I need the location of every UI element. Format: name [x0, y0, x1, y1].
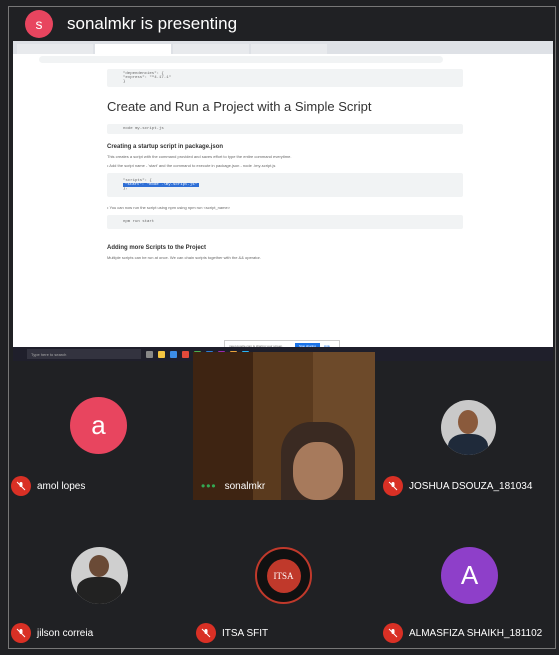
participant-name: jilson correia: [37, 627, 94, 639]
doc-bullet: • You can now run the script using npm u…: [107, 205, 231, 210]
doc-paragraph: This creates a script with the command p…: [107, 154, 292, 159]
code-block: "scripts": { "start": "node .\my-script.…: [107, 173, 463, 197]
itsa-logo-avatar: ITSA: [255, 547, 312, 604]
participant-avatar: A: [441, 547, 498, 604]
mic-off-icon: [196, 623, 216, 643]
presenter-label: sonalmkr is presenting: [67, 14, 238, 33]
participant-avatar-photo: [441, 400, 496, 455]
document-page: "dependencies": { "express": "^4.17.1" }…: [13, 65, 553, 351]
doc-subheading: Adding more Scripts to the Project: [107, 245, 207, 251]
participant-name: ALMASFIZA SHAIKH_181102: [409, 627, 543, 639]
participant-tile-almasfiza: ALMASFIZA SHAIKH_181102: [383, 623, 542, 643]
folder-icon[interactable]: [158, 350, 165, 358]
browser-tab-active[interactable]: [95, 44, 171, 54]
participant-avatar-photo: [71, 547, 128, 604]
participant-tile-jilson: jilson correia: [11, 623, 93, 643]
presenter-avatar: s: [25, 10, 53, 38]
app-icon[interactable]: [170, 350, 177, 358]
mic-off-icon: [11, 476, 31, 496]
participant-tile-sonalmkr: ••• sonalmkr: [201, 479, 265, 493]
participant-name: ITSA SFIT: [222, 627, 269, 639]
participant-tile-itsa: ITSA SFIT: [196, 623, 268, 643]
mic-off-icon: [383, 476, 403, 496]
taskbar-search[interactable]: Type here to search: [27, 349, 141, 359]
code-line: }: [123, 80, 126, 84]
mic-off-icon: [383, 623, 403, 643]
meet-window: s sonalmkr is presenting "dependencies":…: [8, 6, 556, 649]
app-icon[interactable]: [182, 350, 189, 358]
participant-name: JOSHUA DSOUZA_181034: [409, 480, 533, 492]
shared-screen[interactable]: "dependencies": { "express": "^4.17.1" }…: [13, 41, 553, 361]
code-block: node my-script.js: [107, 124, 463, 134]
code-block: "dependencies": { "express": "^4.17.1" }: [107, 69, 463, 87]
code-line: },: [123, 187, 128, 191]
mic-off-icon: [11, 623, 31, 643]
participant-tile-amol-lopes: amol lopes: [11, 476, 85, 496]
participant-tile-joshua: JOSHUA DSOUZA_181034: [383, 476, 532, 496]
itsa-logo: ITSA: [266, 558, 301, 593]
code-line-selected[interactable]: "start": "node .\my-script.js": [123, 183, 200, 187]
speaking-indicator-icon: •••: [201, 479, 217, 493]
taskview-icon[interactable]: [146, 350, 153, 358]
browser-tab[interactable]: [251, 44, 327, 54]
browser-tab[interactable]: [17, 44, 93, 54]
video-background: [193, 352, 253, 500]
browser-tabstrip: [13, 41, 553, 54]
participant-video-sonalmkr[interactable]: [193, 352, 375, 500]
browser-tab[interactable]: [173, 44, 249, 54]
participant-avatar: a: [70, 397, 127, 454]
code-block: npm run start: [107, 215, 463, 229]
presenter-banner: s sonalmkr is presenting: [9, 7, 555, 41]
participant-name: amol lopes: [37, 480, 86, 492]
doc-bullet: • Add the script name - 'start' and the …: [107, 163, 276, 168]
doc-paragraph: Multiple scripts can be run at once. We …: [107, 255, 261, 260]
participant-name: sonalmkr: [224, 480, 266, 492]
doc-heading: Create and Run a Project with a Simple S…: [107, 99, 372, 114]
person-face: [293, 442, 343, 500]
doc-subheading: Creating a startup script in package.jso…: [107, 144, 224, 150]
url-field[interactable]: [39, 56, 443, 63]
